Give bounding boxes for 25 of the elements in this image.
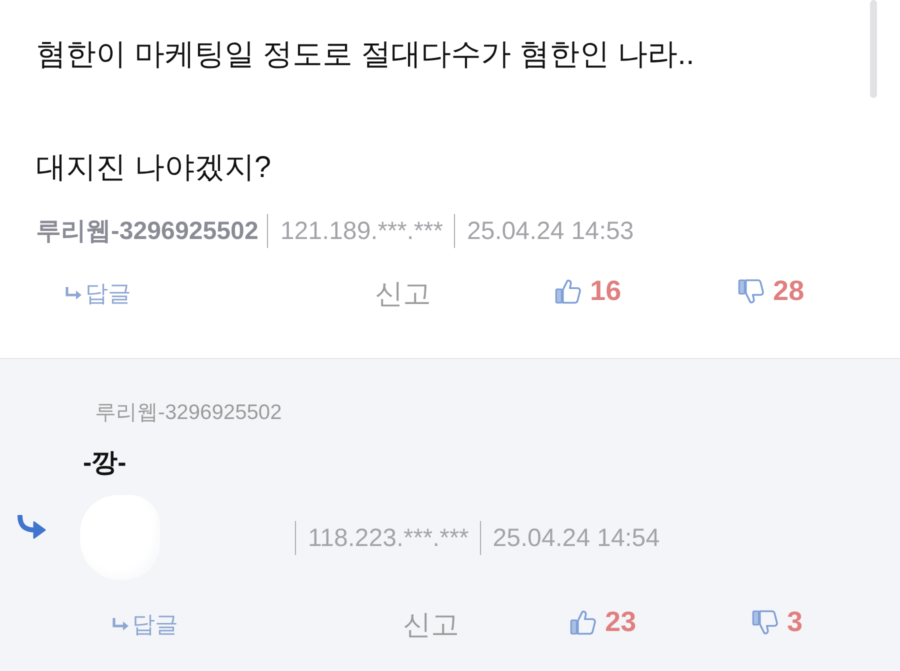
corner-arrow-icon [112, 618, 129, 631]
reply-button[interactable]: 답글 [112, 613, 178, 636]
comment-text: 혐한이 마케팅일 정도로 절대다수가 혐한인 나라.. [36, 37, 696, 73]
like-button[interactable]: 23 [570, 608, 636, 636]
scrollbar-thumb[interactable] [870, 0, 877, 98]
reply-button[interactable]: 답글 [65, 282, 131, 305]
corner-arrow-icon [65, 287, 82, 300]
report-button[interactable]: 신고 [403, 610, 459, 638]
thumbs-up-icon [570, 608, 597, 636]
comment-date: 25.04.24 14:54 [480, 520, 660, 554]
reply-text: -깡- [83, 446, 128, 479]
like-button[interactable]: 16 [555, 277, 622, 306]
report-button[interactable]: 신고 [375, 280, 431, 308]
author-name[interactable]: 루리웹-3296925502 [36, 214, 258, 248]
curved-arrow-icon [17, 515, 46, 540]
comment-date: 25.04.24 14:53 [454, 214, 634, 248]
thumbs-down-icon [738, 278, 765, 305]
dislike-button[interactable]: 3 [752, 608, 803, 636]
ip-address: 121.189.***.*** [267, 214, 454, 248]
thumbs-down-icon [752, 608, 779, 636]
ip-address: 118.223.***.*** [295, 520, 480, 554]
thumbs-up-icon [555, 278, 582, 305]
mentioned-username[interactable]: 루리웹-3296925502 [95, 398, 900, 428]
dislike-button[interactable]: 28 [738, 277, 804, 306]
comment-text: 대지진 나야겠지? [36, 150, 272, 186]
